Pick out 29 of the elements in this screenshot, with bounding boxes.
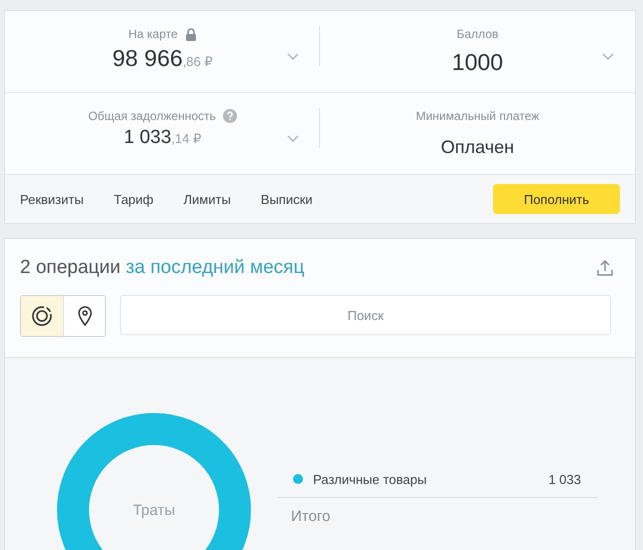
map-pin-icon [78, 306, 92, 326]
nav-link[interactable]: Лимиты [184, 192, 231, 206]
amount-value: 98 966,86 ₽ [112, 45, 213, 71]
amount-value: 1 033,14 ₽ [124, 127, 202, 148]
nav-link[interactable]: Реквизиты [20, 192, 84, 206]
summary-label: Минимальный платеж [416, 109, 540, 123]
category-name: Различные товары [313, 472, 427, 486]
chevron-down-icon[interactable] [287, 135, 299, 142]
summary-label: На карте [128, 27, 178, 41]
summary-label: Баллов [456, 27, 498, 41]
help-icon[interactable] [222, 109, 237, 123]
chevron-down-icon[interactable] [602, 53, 614, 60]
donut-label: Траты [132, 502, 176, 519]
amount-value: 1000 [452, 49, 504, 75]
view-toggle[interactable] [63, 296, 105, 336]
category-amount: 1 033 [548, 472, 581, 486]
view-toggle[interactable] [21, 296, 63, 336]
lock-icon [184, 28, 197, 40]
operations-title: 2 операции за последний месяц [20, 257, 304, 279]
nav-link[interactable]: Выписки [260, 192, 313, 206]
chevron-down-icon[interactable] [287, 53, 299, 60]
total-label: Итого [290, 507, 332, 527]
search-field[interactable]: Поиск [120, 295, 611, 335]
payment-status: Оплачен [440, 137, 514, 158]
summary-label: Общая задолженность [88, 109, 216, 123]
nav-link[interactable]: Тариф [114, 192, 154, 206]
donut-chart-icon [31, 305, 53, 327]
top-up-button[interactable]: Пополнить [493, 184, 620, 214]
export-icon[interactable] [597, 260, 613, 276]
